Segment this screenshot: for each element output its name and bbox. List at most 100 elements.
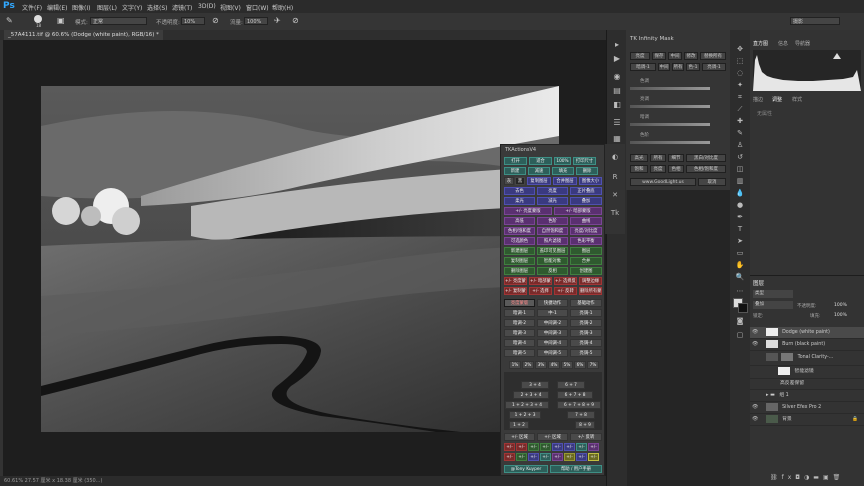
menu-edit[interactable]: 编辑(E) [47,3,67,12]
tab-navigator[interactable]: 导航器 [795,40,810,47]
zoom-tool-icon[interactable]: 🔍 [735,272,745,282]
menu-view[interactable]: 视图(V) [220,3,241,12]
flow-input[interactable]: 100% [244,17,268,25]
expand-icon[interactable]: ▸ [612,40,622,50]
im-slider-0[interactable] [630,87,710,90]
tk-lum-r1-0[interactable]: 暗调-2 [504,319,535,327]
adjust-icon[interactable]: ◑ [804,474,813,481]
quick-mask-icon[interactable]: ◙ [735,316,745,326]
blend-mode-select[interactable]: 叠加 [753,301,793,309]
pressure-opacity-icon[interactable]: ⊘ [212,16,219,25]
tk-color-btn-11[interactable]: +/- [540,453,551,461]
im-btn-r3-1[interactable]: 所有 [650,154,666,162]
tk-brightcontrast-button[interactable]: 亮度/对比度 [570,227,602,235]
tk-lum-r4-0[interactable]: 暗调-5 [504,349,535,357]
tk-lum-r1-1[interactable]: 中间调-2 [537,319,568,327]
menu-file[interactable]: 文件(F) [22,3,42,12]
tk-dup-layer-button[interactable]: 复制图层 [527,177,551,185]
tk-brightness-button[interactable]: 亮度 [537,187,568,195]
eyedropper-icon[interactable]: ⟋ [735,104,745,114]
tk-color-btn-3[interactable]: +/- [540,443,551,451]
tk-create-button[interactable]: 创建图 [570,267,602,275]
layer-opacity-value[interactable]: 100% [834,303,847,308]
layer-row-dodge[interactable]: 👁 Dodge (white paint) [750,327,864,339]
tk-smart-object-button[interactable]: 智能对象 [537,257,568,265]
tk-icon[interactable]: Tk [610,208,620,218]
im-btn-r3-2[interactable]: 细节 [668,154,684,162]
tab-styles[interactable]: 样式 [792,96,802,103]
tk-lum-r3-1[interactable]: 中间调-4 [537,339,568,347]
layer-kind-filter[interactable]: 类型 [753,290,793,298]
tk-fill-button[interactable]: 填充 [552,167,574,175]
tk-lum-r1-2[interactable]: 亮调-2 [570,319,602,327]
tk-pct-6[interactable]: 6% [574,361,586,369]
im-btn-r1-3[interactable]: 修改 [684,52,698,60]
tab-stroke[interactable]: 描边 [753,96,763,103]
tk-gray-button[interactable]: 灰 [504,177,514,185]
tk-invert-button[interactable]: 反相 [537,267,568,275]
more-tools-icon[interactable]: ⋯ [735,286,745,296]
tk-r13-0[interactable]: +/- 亮度蒙版 [504,277,527,285]
layers-icon[interactable]: ◧ [612,100,622,110]
tk-merge-layer-button[interactable]: 合并图层 [553,177,577,185]
tk-dodge-button[interactable]: 减光 [537,197,568,205]
tk-color-btn-8[interactable]: +/- [504,453,515,461]
tk-zone-1[interactable]: 6 + 7 [557,381,585,389]
tk-zone-7[interactable]: 1 + 2 + 3 [509,411,541,419]
tk-r14-2[interactable]: +/- 反转 [554,287,577,295]
history-icon[interactable]: ▤ [612,86,622,96]
mode-select[interactable]: 正常 [90,17,147,25]
crop-tool-icon[interactable]: ⌗ [735,92,745,102]
tk-color-btn-2[interactable]: +/- [528,443,539,451]
tk-pct-4[interactable]: 4% [548,361,560,369]
layer-row-silver-efex[interactable]: 👁 Silver Efex Pro 2 [750,402,864,414]
document-tab[interactable]: _57A4111.tif @ 60.6% (Dodge (white paint… [4,30,163,40]
tk-r14-0[interactable]: +/- 复制蒙版 [504,287,527,295]
menu-window[interactable]: 窗口(W) [246,3,269,12]
properties-icon[interactable]: ☰ [612,118,622,128]
pressure-size-icon[interactable]: ⊘ [292,16,299,25]
layer-row-background[interactable]: 👁 背景 🔒 [750,414,864,426]
layer-row-high-pass[interactable]: 高反差保留 [750,378,864,390]
r-icon[interactable]: R [610,172,620,182]
menu-help[interactable]: 帮助(H) [272,3,293,12]
stamp-tool-icon[interactable]: ♙ [735,140,745,150]
tk-color-btn-1[interactable]: +/- [516,443,527,451]
tk-dark-mask-button[interactable]: +/- 暗部蒙版 [554,207,602,215]
hand-tool-icon[interactable]: ✋ [735,260,745,270]
tk-100-button[interactable]: 100% [554,157,571,165]
tk-overlay-button[interactable]: 叠加 [570,197,602,205]
tk-lum-r0-1[interactable]: 中-1 [537,309,568,317]
tk-color-btn-12[interactable]: +/- [552,453,563,461]
im-slider-3[interactable] [630,141,710,144]
brush-panel-icon[interactable]: ▣ [57,16,65,25]
tk-desat-button[interactable]: 去色 [504,187,535,195]
tk-zone-4[interactable]: 1 + 2 + 3 + 4 [505,401,549,409]
tab-info[interactable]: 信息 [778,40,788,47]
im-btn-r1-4[interactable]: 替换所有 [700,52,726,60]
tk-color-btn-5[interactable]: +/- [564,443,575,451]
tk-lum-r3-2[interactable]: 亮调-4 [570,339,602,347]
im-btn-r2-4[interactable]: 亮调-1 [702,63,726,71]
tk-slow-button[interactable]: 减速 [528,167,550,175]
tk-color-btn-10[interactable]: +/- [528,453,539,461]
shape-tool-icon[interactable]: ▭ [735,248,745,258]
workspace-select[interactable]: 摄影 [790,17,840,25]
im-slider-2[interactable] [630,123,710,126]
tk-open-button[interactable]: 打开 [504,157,527,165]
tk-lum-mask-button[interactable]: +/- 亮度蒙版 [504,207,552,215]
tk-new-button[interactable]: 新建 [504,167,526,175]
tk-print-size-button[interactable]: 打印尺寸 [573,157,596,165]
lum-icon[interactable]: ◐ [610,152,620,162]
menu-type[interactable]: 文字(Y) [122,3,142,12]
im-btn-r2-1[interactable]: 中间 [658,63,670,71]
menu-select[interactable]: 选择(S) [147,3,168,12]
brush-tool-icon[interactable]: ✎ [6,16,13,25]
healing-icon[interactable]: ✚ [735,116,745,126]
tk-levels-button[interactable]: 色阶 [537,217,568,225]
swatch-icon[interactable]: ◉ [612,72,622,82]
tk-pct-5[interactable]: 5% [561,361,573,369]
tk-r13-3[interactable]: 调整边缘 [579,277,602,285]
quick-select-icon[interactable]: ✦ [735,80,745,90]
tk-zone-0[interactable]: 3 + 4 [521,381,549,389]
